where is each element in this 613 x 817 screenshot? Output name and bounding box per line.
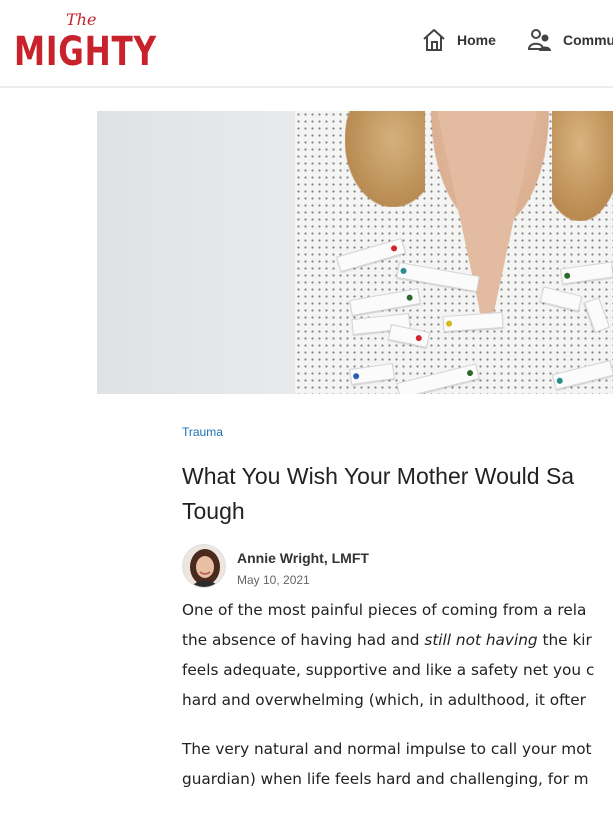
paragraph-emphasis: still not having	[424, 631, 538, 649]
the-mighty-logo[interactable]: The MIGHTY	[14, 10, 156, 76]
nav-community[interactable]: Commu	[527, 26, 613, 54]
article-paragraph-1: One of the most painful pieces of coming…	[182, 595, 594, 715]
paragraph-line: the absence of having had and still not …	[182, 625, 594, 655]
article-title: What You Wish Your Mother Would Sa Tough	[182, 459, 613, 529]
hero-wall	[97, 111, 297, 394]
paragraph-line: feels adequate, supportive and like a sa…	[182, 661, 595, 679]
hero-hair-right	[552, 111, 613, 221]
hero-image	[97, 111, 613, 394]
paragraph-line: hard and overwhelming (which, in adultho…	[182, 691, 586, 709]
home-icon	[423, 29, 445, 51]
community-icon	[527, 29, 551, 51]
article-title-line-2: Tough	[182, 498, 245, 524]
paragraph-text: the kir	[537, 631, 592, 649]
author-photo	[183, 545, 225, 587]
paragraph-line: guardian) when life feels hard and chall…	[182, 770, 589, 788]
author-avatar[interactable]	[182, 544, 226, 588]
category-link[interactable]: Trauma	[182, 425, 223, 439]
logo-the-text: The	[66, 10, 97, 29]
site-header: The MIGHTY Home Commu	[0, 0, 613, 88]
paragraph-line: One of the most painful pieces of coming…	[182, 601, 587, 619]
publish-date: May 10, 2021	[237, 573, 310, 587]
nav-community-label: Commu	[563, 32, 613, 48]
paragraph-line: The very natural and normal impulse to c…	[182, 740, 592, 758]
logo-mighty-text: MIGHTY	[14, 29, 157, 75]
article-title-line-1: What You Wish Your Mother Would Sa	[182, 463, 575, 489]
nav-home-label: Home	[457, 32, 496, 48]
article-paragraph-2: The very natural and normal impulse to c…	[182, 734, 592, 794]
author-name[interactable]: Annie Wright, LMFT	[237, 550, 369, 566]
paragraph-text: the absence of having had and	[182, 631, 425, 649]
nav-home[interactable]: Home	[421, 26, 496, 54]
hero-hair-left	[345, 111, 425, 207]
